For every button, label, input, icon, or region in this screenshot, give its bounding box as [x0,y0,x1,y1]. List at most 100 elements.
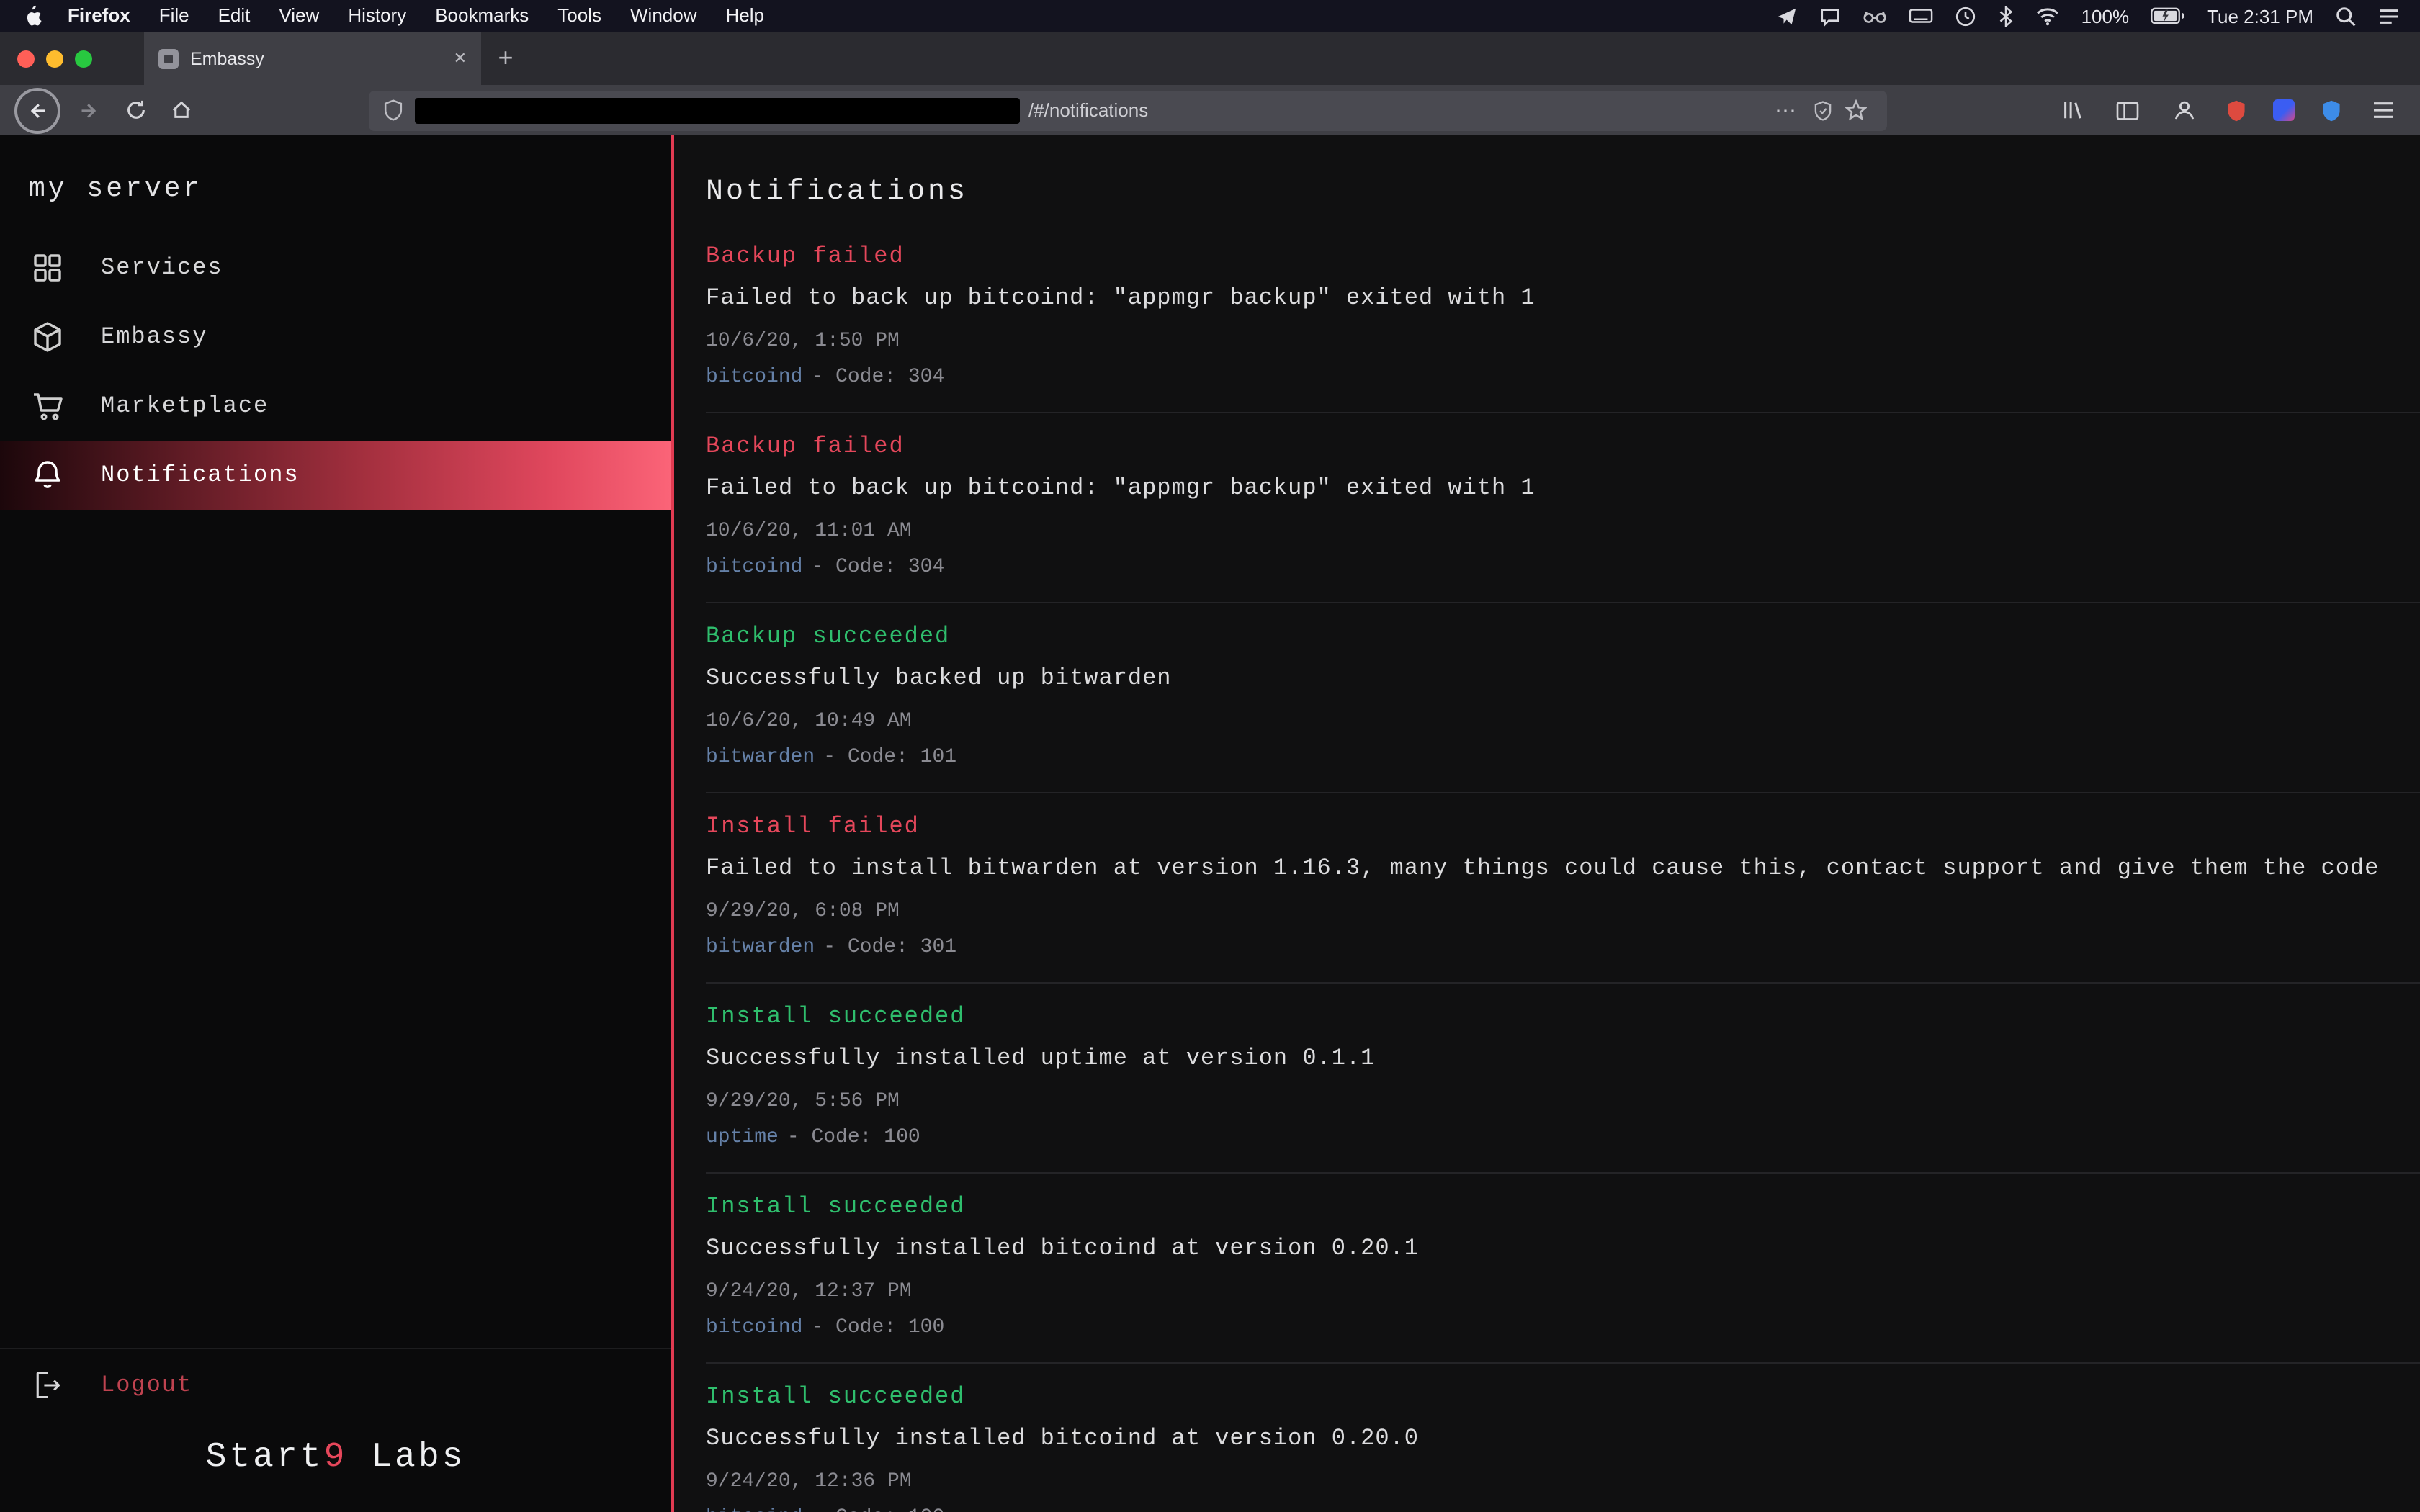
notification-title: Backup failed [706,243,2377,269]
new-tab-button[interactable]: + [481,32,530,85]
brand-labs: Labs [347,1439,465,1477]
extension-bitwarden-icon[interactable] [2264,91,2302,129]
notification-timestamp: 9/24/20, 12:36 PM [706,1470,2377,1493]
notification-center-icon[interactable] [2378,6,2400,25]
bell-icon [29,458,66,492]
notification-timestamp: 9/29/20, 5:56 PM [706,1090,2377,1113]
menu-help[interactable]: Help [712,0,779,32]
tab-close-icon[interactable]: ✕ [454,49,467,68]
notification-timestamp: 10/6/20, 1:50 PM [706,330,2377,353]
home-button[interactable] [158,87,205,133]
keyboard-icon[interactable] [1909,7,1933,24]
bluetooth-icon[interactable] [1998,5,2014,27]
notification-code: - Code: 100 [787,1126,920,1149]
forward-button[interactable] [66,87,112,133]
logout-label: Logout [101,1372,192,1398]
cube-icon [29,320,66,354]
sidebar-toggle-icon[interactable] [2105,87,2151,133]
start9-labs-logo: Start9 Labs [0,1439,671,1477]
extension-privacy-icon[interactable] [2312,91,2349,129]
menu-tools[interactable]: Tools [543,0,616,32]
redacted-url-block [415,97,1020,123]
notification-service-link[interactable]: bitcoind [706,556,802,579]
brand-nine: 9 [324,1439,348,1477]
menu-window[interactable]: Window [616,0,712,32]
menubar-clock[interactable]: Tue 2:31 PM [2207,5,2313,27]
notification-message: Successfully backed up bitwarden [706,665,2377,691]
notification-timestamp: 10/6/20, 11:01 AM [706,520,2377,543]
logout-icon [29,1369,66,1401]
close-window-button[interactable] [17,50,35,67]
minimize-window-button[interactable] [46,50,63,67]
sidebar-item-notifications[interactable]: Notifications [0,441,671,510]
notification-code: - Code: 101 [823,746,956,769]
reload-button[interactable] [112,87,158,133]
firefox-tabbar: Embassy ✕ + [0,32,2420,85]
notification-item: Install failed Failed to install bitward… [706,793,2420,984]
notification-message: Successfully installed uptime at version… [706,1045,2377,1071]
url-path-text: /#/notifications [1028,99,1148,121]
window-controls [0,32,112,85]
notification-message: Failed to back up bitcoind: "appmgr back… [706,285,2377,311]
notification-code: - Code: 301 [823,936,956,959]
tab-favicon [158,48,179,68]
notification-item: Backup succeeded Successfully backed up … [706,603,2420,793]
clock-icon[interactable] [1955,5,1976,27]
page-action-icon[interactable] [1806,100,1839,120]
account-icon[interactable] [2161,87,2207,133]
logout-button[interactable]: Logout [0,1348,671,1416]
notification-service-link[interactable]: bitwarden [706,746,815,769]
wifi-icon[interactable] [2035,6,2060,25]
notification-item: Backup failed Failed to back up bitcoind… [706,223,2420,413]
notification-service-link[interactable]: bitcoind [706,1316,802,1339]
browser-tab-embassy[interactable]: Embassy ✕ [144,32,481,85]
sidebar-item-label: Marketplace [101,393,269,419]
sidebar-item-marketplace[interactable]: Marketplace [0,372,671,441]
sidebar-item-label: Notifications [101,462,300,488]
menu-view[interactable]: View [264,0,333,32]
page-actions-ellipsis-icon[interactable]: ⋯ [1766,97,1806,123]
menu-bookmarks[interactable]: Bookmarks [421,0,543,32]
battery-icon[interactable] [2151,7,2185,24]
menu-file[interactable]: File [145,0,204,32]
grid-icon [29,251,66,285]
spotlight-search-icon[interactable] [2335,5,2357,27]
sidebar: my server Services Embassy Marketplace [0,135,674,1512]
menu-history[interactable]: History [333,0,421,32]
sidebar-item-label: Embassy [101,324,207,350]
notification-service-link[interactable]: bitcoind [706,1506,802,1512]
zoom-window-button[interactable] [75,50,92,67]
firefox-toolbar: /#/notifications ⋯ [0,85,2420,135]
notification-message: Failed to back up bitcoind: "appmgr back… [706,475,2377,501]
macos-menubar: Firefox File Edit View History Bookmarks… [0,0,2420,32]
notification-code: - Code: 304 [811,556,944,579]
embassy-app: my server Services Embassy Marketplace [0,135,2420,1512]
hamburger-menu-icon[interactable] [2360,87,2406,133]
extension-adblock-icon[interactable] [2217,91,2254,129]
chat-bubble-icon[interactable] [1819,5,1841,27]
notifications-page: Notifications Backup failed Failed to ba… [674,135,2420,1512]
cart-icon [29,389,66,423]
sidebar-item-services[interactable]: Services [0,233,671,302]
notification-timestamp: 9/29/20, 6:08 PM [706,900,2377,923]
apple-icon[interactable] [23,4,42,27]
url-bar[interactable]: /#/notifications ⋯ [369,90,1887,130]
library-icon[interactable] [2048,87,2094,133]
glasses-icon[interactable] [1863,6,1887,25]
notification-message: Successfully installed bitcoind at versi… [706,1426,2377,1452]
notification-service-link[interactable]: bitwarden [706,936,815,959]
notification-message: Successfully installed bitcoind at versi… [706,1236,2377,1261]
paper-plane-icon[interactable] [1776,5,1798,27]
battery-percent[interactable]: 100% [2081,5,2130,27]
notification-item: Backup failed Failed to back up bitcoind… [706,413,2420,603]
menu-edit[interactable]: Edit [204,0,265,32]
back-button[interactable] [14,87,60,133]
menu-firefox[interactable]: Firefox [53,0,145,32]
notification-title: Install succeeded [706,1004,2377,1030]
tracking-protection-shield-icon[interactable] [383,99,403,121]
notification-service-link[interactable]: uptime [706,1126,779,1149]
notification-service-link[interactable]: bitcoind [706,366,802,389]
notification-timestamp: 10/6/20, 10:49 AM [706,710,2377,733]
sidebar-item-embassy[interactable]: Embassy [0,302,671,372]
bookmark-star-icon[interactable] [1839,99,1873,121]
